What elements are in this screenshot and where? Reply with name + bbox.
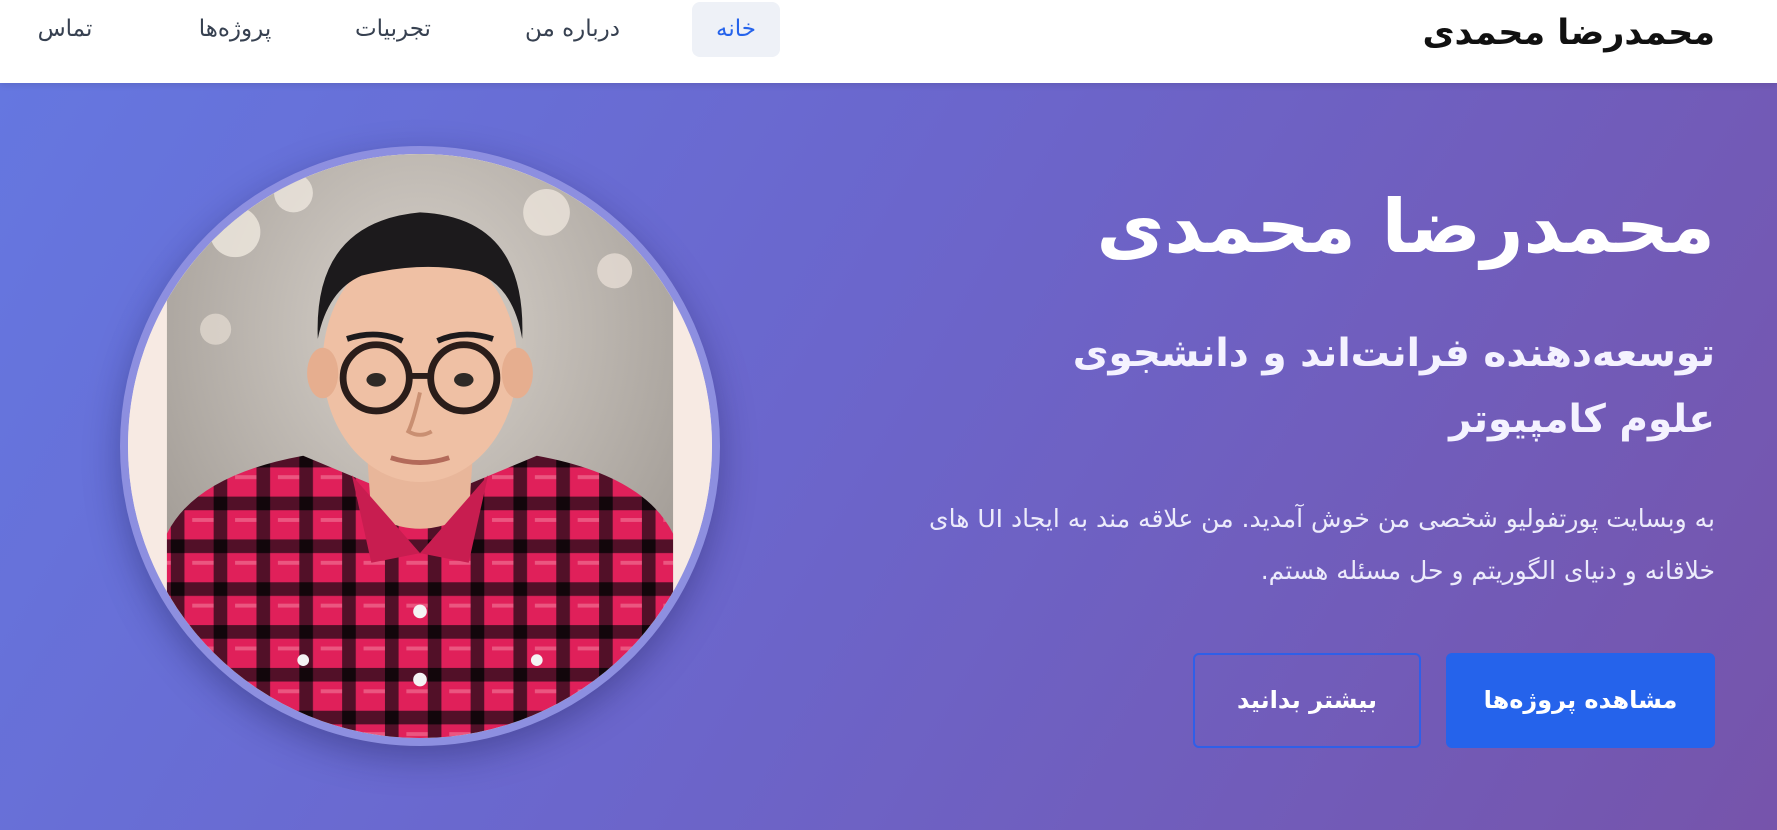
nav-item-contact[interactable]: تماس [25, 2, 105, 57]
brand-name[interactable]: محمدرضا محمدی [1422, 8, 1715, 58]
hero-name: محمدرضا محمدی [1096, 184, 1716, 270]
profile-photo [120, 146, 720, 746]
hero-intro: به وبسایت پورتفولیو شخصی من خوش آمدید. م… [929, 504, 1715, 585]
learn-more-button[interactable]: بیشتر بدانید [1193, 653, 1421, 748]
nav-item-home[interactable]: خانه [692, 2, 780, 57]
nav-item-projects[interactable]: پروژه‌ها [180, 2, 290, 57]
hero-section: محمدرضا محمدی توسعه‌دهنده فرانت‌اند و دا… [0, 83, 1777, 830]
nav-item-about[interactable]: درباره من [520, 2, 625, 57]
hero-title: توسعه‌دهنده فرانت‌اند و دانشجوی علوم کام… [1072, 331, 1715, 442]
nav-item-experience[interactable]: تجربیات [348, 2, 438, 57]
view-projects-button[interactable]: مشاهده پروژه‌ها [1446, 653, 1715, 748]
site-header: محمدرضا محمدی خانه درباره من تجربیات پرو… [0, 0, 1777, 83]
